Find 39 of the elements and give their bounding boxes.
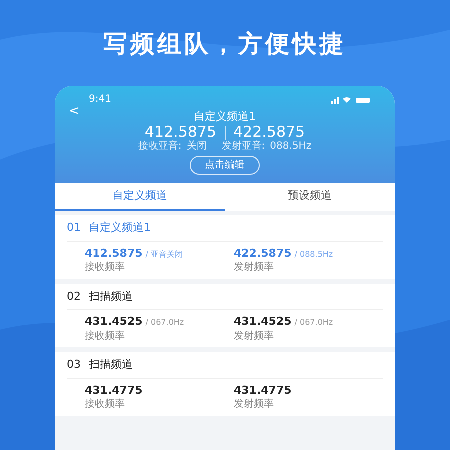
- tab[interactable]: 预设频道: [225, 183, 395, 211]
- tone-value: / 067.0Hz: [294, 317, 334, 329]
- status-icons: [331, 96, 371, 104]
- channel-number: 03: [67, 357, 81, 373]
- frequency-value: 431.4775: [85, 382, 143, 398]
- receive-frequency: 412.5875: [144, 125, 216, 140]
- frequency-label: 接收频率: [85, 330, 126, 343]
- frequency-label: 接收频率: [85, 262, 126, 274]
- tone-value: / 亚音关闭: [146, 248, 184, 260]
- frequency-value: 431.4525: [234, 314, 292, 330]
- frequency-value: 412.5875: [85, 246, 143, 262]
- frequency-label: 发射频率: [234, 399, 275, 412]
- frequency-value: 431.4775: [234, 382, 292, 398]
- channel-card[interactable]: 01 自定义频道1 412.5875 / 亚音关闭 接收频率 422.5875 / 088.5Hz 发射频率: [55, 215, 395, 278]
- edit-button[interactable]: 点击编辑: [190, 156, 260, 175]
- channel-title: 自定义频道1: [194, 111, 256, 122]
- channel-card[interactable]: 03 扫描频道 431.4775 接收频率 431.4775 发射频率: [55, 352, 395, 416]
- channel-name: 自定义频道1: [89, 220, 151, 236]
- channel-name: 扫描频道: [89, 357, 133, 373]
- channel-number: 01: [67, 220, 81, 236]
- transmit-tone-value: 088.5Hz: [270, 142, 312, 152]
- frequency-label: 接收频率: [85, 399, 126, 412]
- channel-card[interactable]: 02 扫描频道 431.4525 / 067.0Hz 接收频率 431.4525 / 067.0Hz 发射频率: [55, 284, 395, 347]
- tone-value: / 067.0Hz: [146, 317, 184, 329]
- frequency-value: 431.4525: [85, 314, 143, 330]
- receive-tone-value: 关闭: [186, 142, 207, 152]
- transmit-tone-label: 发射亚音:: [222, 142, 266, 152]
- frequency-value: 422.5875: [234, 246, 292, 262]
- channel-name: 扫描频道: [89, 288, 133, 304]
- status-time: 9:41: [89, 93, 112, 107]
- tone-value: / 088.5Hz: [294, 248, 334, 260]
- tab[interactable]: 自定义频道: [55, 183, 225, 211]
- back-button[interactable]: <: [69, 105, 80, 118]
- channel-number: 02: [67, 288, 81, 304]
- headline: 写频组队，方便快捷: [104, 32, 346, 56]
- frequency-label: 发射频率: [234, 262, 275, 274]
- frequency-label: 发射频率: [234, 330, 275, 343]
- transmit-frequency: 422.5875: [234, 125, 306, 140]
- receive-tone-label: 接收亚音:: [138, 142, 182, 152]
